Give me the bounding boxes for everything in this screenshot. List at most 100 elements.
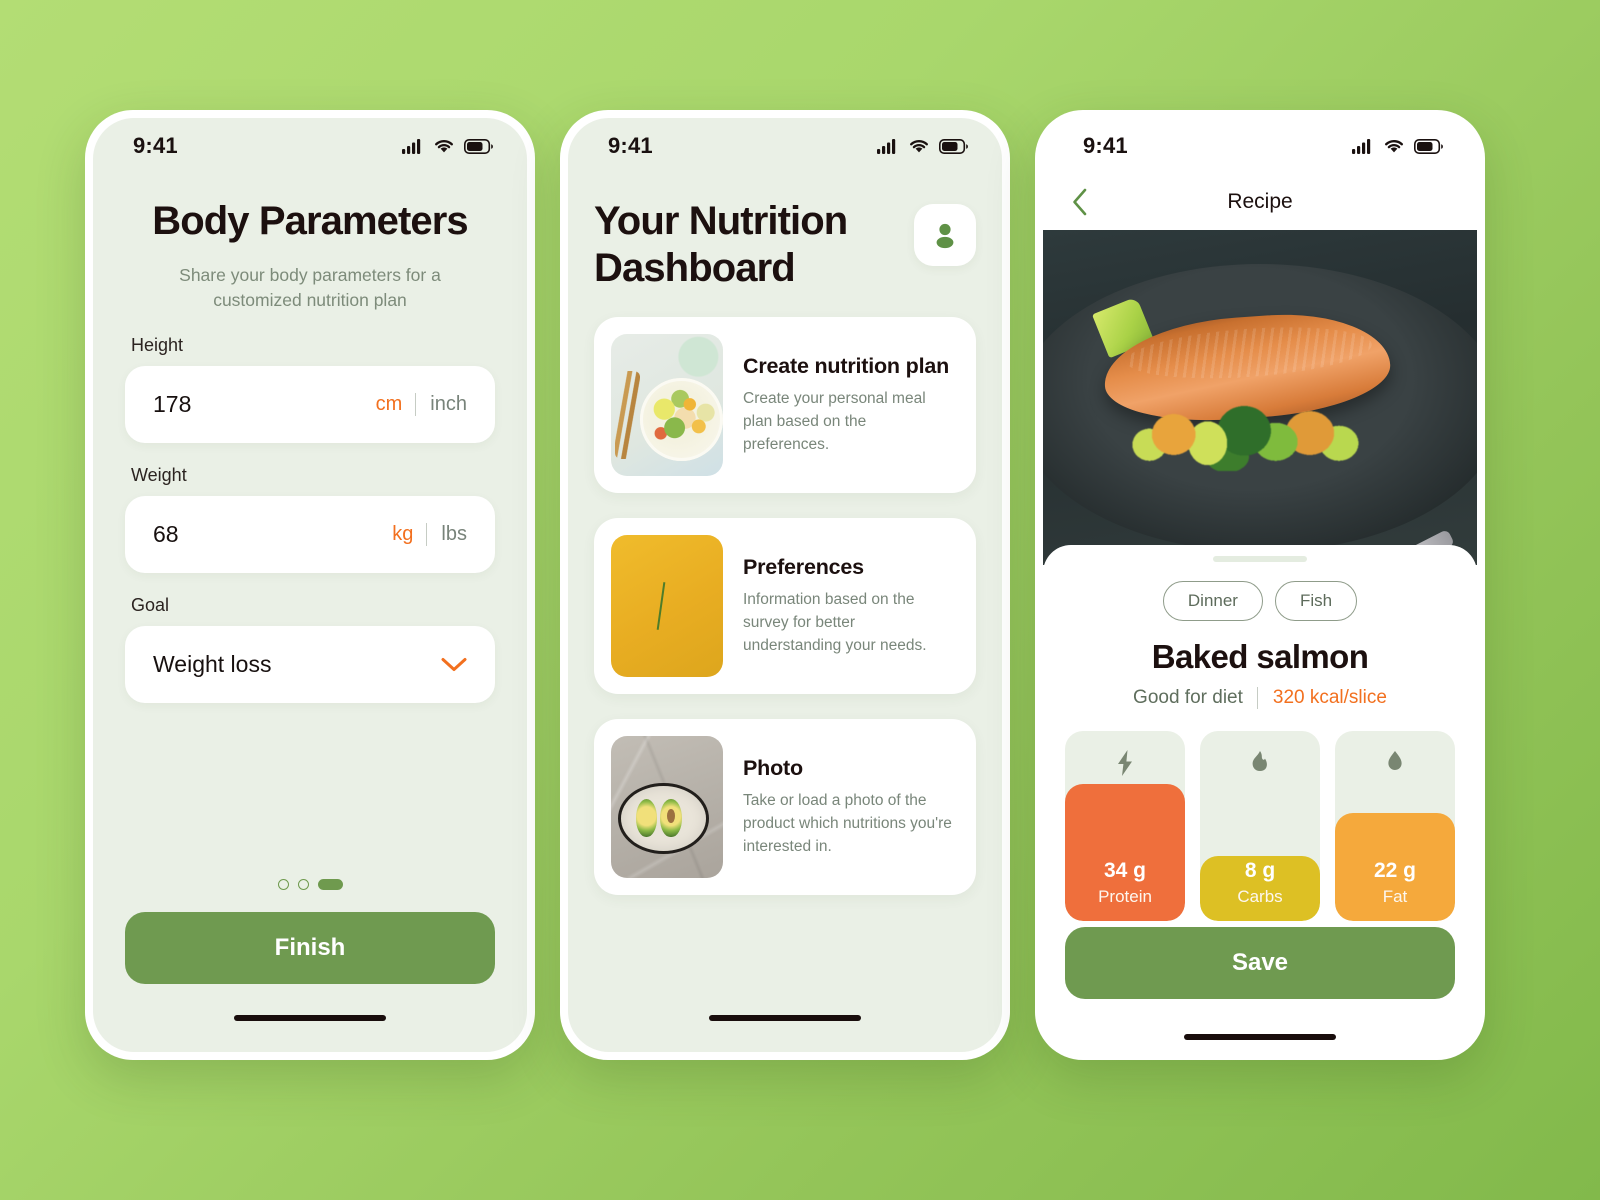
cellular-signal-icon xyxy=(402,139,421,154)
flame-icon xyxy=(1252,751,1267,771)
droplet-icon xyxy=(1388,751,1402,770)
weight-input[interactable]: 68 kg lbs xyxy=(125,495,495,573)
macro-fat[interactable]: 22 g Fat xyxy=(1335,731,1455,921)
card-title: Preferences xyxy=(743,555,864,580)
card-title: Photo xyxy=(743,756,803,781)
tag-dinner[interactable]: Dinner xyxy=(1162,581,1263,621)
recipe-title: Baked salmon xyxy=(1151,638,1369,675)
goal-label: Goal xyxy=(131,594,170,615)
status-time: 9:41 xyxy=(608,133,653,158)
weight-unit-selected[interactable]: kg xyxy=(392,523,426,546)
macro-fill: 22 g Fat xyxy=(1335,812,1455,921)
height-unit-toggle[interactable]: cm inch xyxy=(376,392,467,416)
pagination-dot-3-active[interactable] xyxy=(317,879,343,890)
card-text: Photo Take or load a photo of the produc… xyxy=(743,756,959,858)
height-field-group: Height 178 cm inch xyxy=(125,335,495,443)
height-label: Height xyxy=(131,334,184,355)
recipe-calories: 320 kcal/slice xyxy=(1256,687,1387,709)
recipe-diet-note: Good for diet xyxy=(1133,687,1243,708)
macro-fill: 8 g Carbs xyxy=(1200,856,1320,921)
dashboard-content: Your Nutrition Dashboard Create nutritio… xyxy=(568,174,1002,984)
battery-icon xyxy=(939,138,968,154)
wifi-icon xyxy=(1385,140,1403,153)
height-unit-other[interactable]: inch xyxy=(415,392,467,416)
status-bar: 9:41 xyxy=(568,118,1002,174)
home-indicator-zone xyxy=(93,984,527,1052)
pagination-dot-1[interactable] xyxy=(277,879,289,890)
pagination-dots[interactable] xyxy=(125,879,495,890)
phone-nutrition-dashboard: 9:41 Your Nutrition Dashboard Create nut… xyxy=(560,110,1010,1060)
battery-icon xyxy=(464,138,493,154)
status-bar: 9:41 xyxy=(93,118,527,174)
cellular-signal-icon xyxy=(877,139,896,154)
card-text: Preferences Information based on the sur… xyxy=(743,555,959,657)
recipe-tags: Dinner Fish xyxy=(1065,581,1455,621)
screen-recipe-detail: 9:41 Recipe Dinner Fish Baked salmon Goo… xyxy=(1043,118,1477,1052)
macro-protein[interactable]: 34 g Protein xyxy=(1065,731,1185,921)
status-icons xyxy=(1352,138,1443,154)
home-indicator[interactable] xyxy=(709,1015,861,1021)
home-indicator[interactable] xyxy=(1184,1034,1336,1040)
weight-unit-toggle[interactable]: kg lbs xyxy=(392,522,467,546)
macro-fill: 34 g Protein xyxy=(1065,784,1185,921)
tag-fish[interactable]: Fish xyxy=(1274,581,1358,621)
page-title: Your Nutrition Dashboard xyxy=(594,199,848,291)
bolt-icon xyxy=(1118,750,1132,776)
height-value[interactable]: 178 xyxy=(153,391,191,418)
home-indicator-zone xyxy=(1043,1003,1477,1052)
save-button[interactable]: Save xyxy=(1065,927,1455,999)
pagination-dot-2[interactable] xyxy=(297,879,309,890)
avocado-plate-photo xyxy=(611,736,723,879)
chevron-left-icon[interactable] xyxy=(1071,187,1089,217)
status-icons xyxy=(402,138,493,154)
card-title: Create nutrition plan xyxy=(743,354,950,379)
card-create-nutrition-plan[interactable]: Create nutrition plan Create your person… xyxy=(594,317,976,494)
card-photo[interactable]: Photo Take or load a photo of the produc… xyxy=(594,719,976,896)
phone-body-parameters: 9:41 Body Parameters Share your body par… xyxy=(85,110,535,1060)
status-time: 9:41 xyxy=(1083,133,1128,158)
macro-value: 8 g xyxy=(1244,859,1276,882)
height-unit-selected[interactable]: cm xyxy=(376,393,416,416)
home-indicator[interactable] xyxy=(234,1015,386,1021)
vegetables-yellow-photo xyxy=(611,535,723,678)
goal-value[interactable]: Weight loss xyxy=(153,651,271,678)
recipe-meta: Good for diet 320 kcal/slice xyxy=(1065,687,1455,709)
screen-nutrition-dashboard: 9:41 Your Nutrition Dashboard Create nut… xyxy=(568,118,1002,1052)
macro-name: Fat xyxy=(1382,887,1408,906)
body-parameters-content: Body Parameters Share your body paramete… xyxy=(93,174,527,984)
macro-name: Protein xyxy=(1098,887,1152,906)
recipe-sheet: Dinner Fish Baked salmon Good for diet 3… xyxy=(1043,545,1477,1003)
status-icons xyxy=(877,138,968,154)
salad-plate-photo xyxy=(611,334,723,477)
macro-value: 22 g xyxy=(1373,859,1417,882)
weight-unit-other[interactable]: lbs xyxy=(426,522,467,546)
card-text: Create nutrition plan Create your person… xyxy=(743,354,959,456)
goal-select[interactable]: Weight loss xyxy=(125,625,495,703)
home-indicator-zone xyxy=(568,984,1002,1052)
card-description: Information based on the survey for bett… xyxy=(743,591,927,654)
profile-button[interactable] xyxy=(914,204,976,266)
page-subtitle: Share your body parameters for a customi… xyxy=(179,265,441,311)
sheet-grabber[interactable] xyxy=(1213,556,1307,562)
phone-recipe-detail: 9:41 Recipe Dinner Fish Baked salmon Goo… xyxy=(1035,110,1485,1060)
card-preferences[interactable]: Preferences Information based on the sur… xyxy=(594,518,976,695)
macro-carbs[interactable]: 8 g Carbs xyxy=(1200,731,1320,921)
status-time: 9:41 xyxy=(133,133,178,158)
macro-value: 34 g xyxy=(1103,859,1147,882)
wifi-icon xyxy=(435,140,453,153)
card-description: Create your personal meal plan based on … xyxy=(743,390,926,453)
weight-value[interactable]: 68 xyxy=(153,521,179,548)
battery-icon xyxy=(1414,138,1443,154)
baked-salmon-photo xyxy=(1043,230,1477,565)
height-input[interactable]: 178 cm inch xyxy=(125,365,495,443)
page-title: Body Parameters xyxy=(152,199,468,243)
person-icon xyxy=(936,223,954,249)
finish-button[interactable]: Finish xyxy=(125,912,495,984)
macro-name: Carbs xyxy=(1237,887,1283,906)
dashboard-header: Your Nutrition Dashboard xyxy=(594,198,976,292)
chevron-down-icon[interactable] xyxy=(441,657,467,672)
screen-body-parameters: 9:41 Body Parameters Share your body par… xyxy=(93,118,527,1052)
page-title: Recipe xyxy=(1227,190,1293,213)
cellular-signal-icon xyxy=(1352,139,1371,154)
